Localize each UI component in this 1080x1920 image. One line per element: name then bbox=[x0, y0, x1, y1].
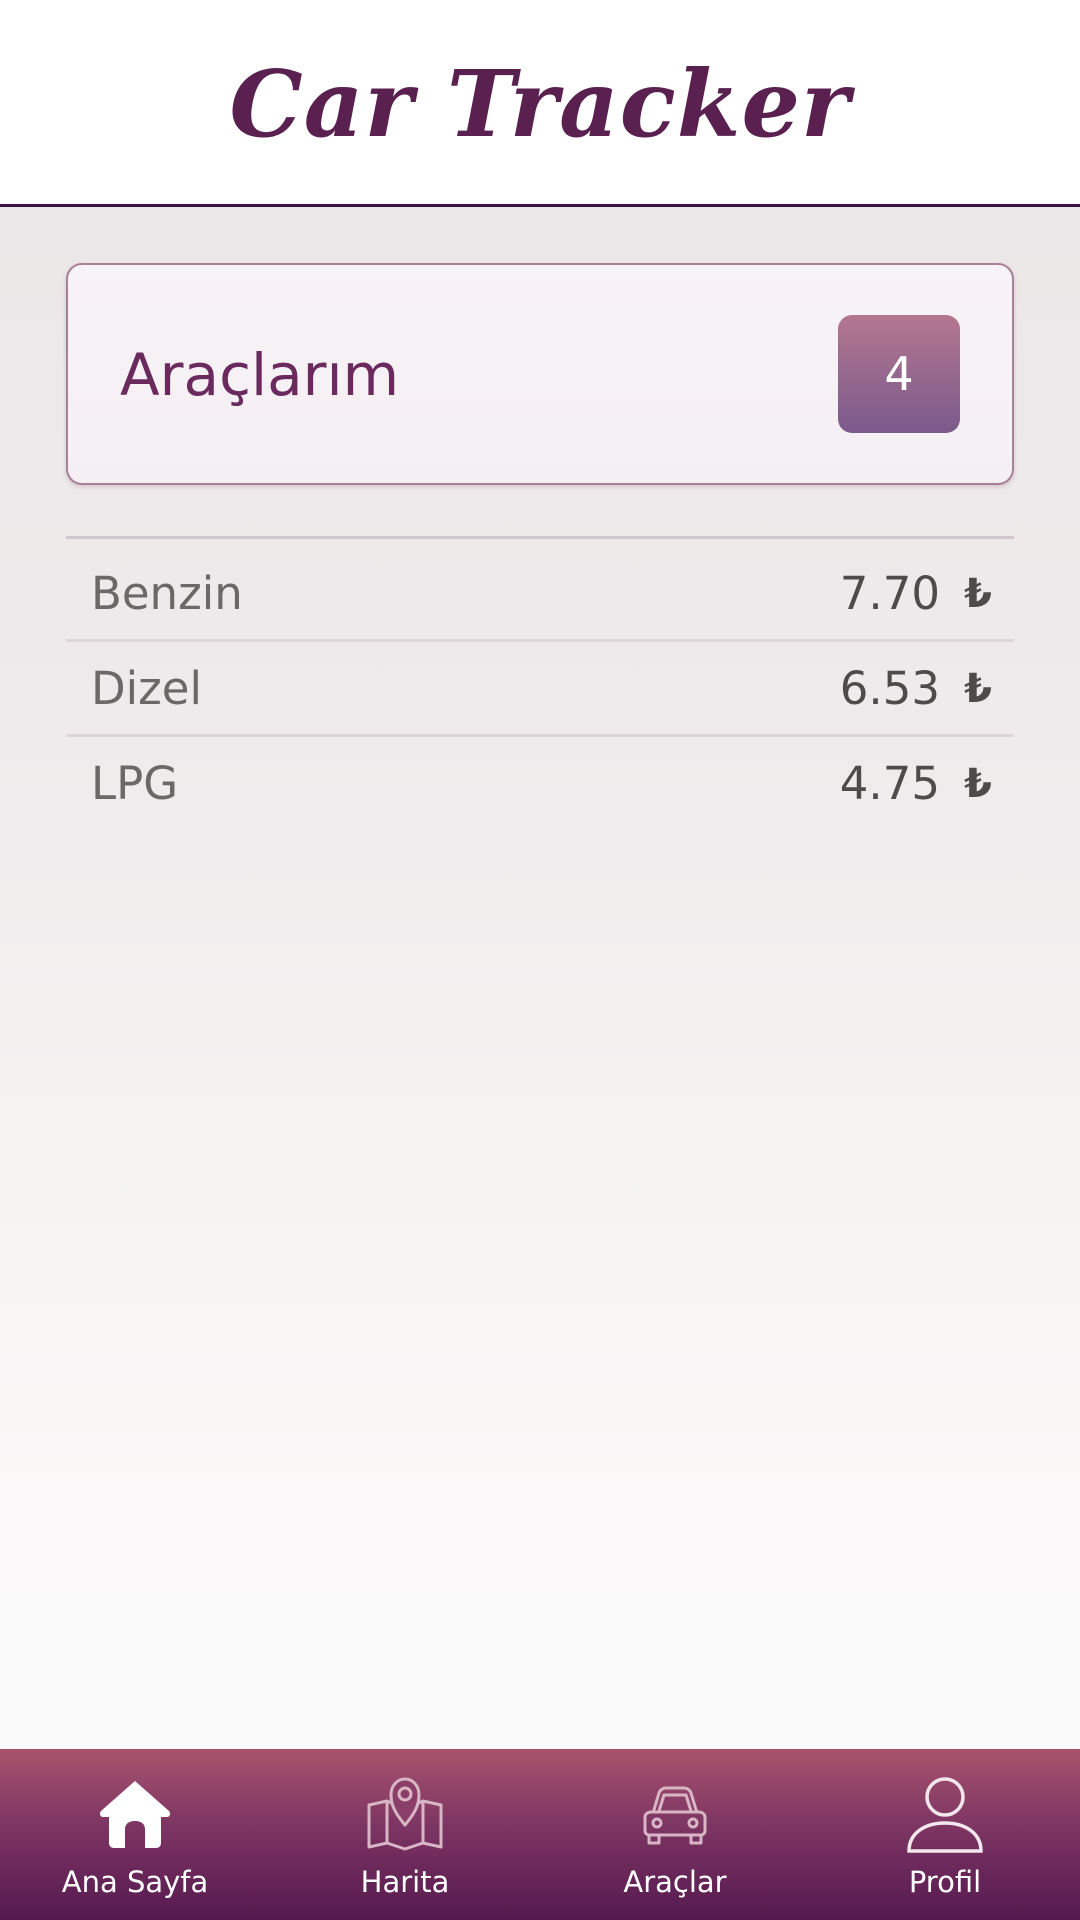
nav-item-map[interactable]: Harita bbox=[270, 1749, 540, 1920]
map-icon bbox=[367, 1777, 443, 1851]
home-content: Araçlarım 4 Benzin 7.70 ₺ Dizel 6.53 ₺ L… bbox=[0, 207, 1080, 1749]
lira-currency-icon: ₺ bbox=[964, 666, 992, 712]
nav-label-profile: Profil bbox=[908, 1865, 982, 1899]
vehicle-count-badge: 4 bbox=[838, 315, 960, 433]
bottom-navigation: Ana Sayfa Harita Araçlar Profil bbox=[0, 1749, 1080, 1920]
car-icon bbox=[643, 1786, 707, 1845]
nav-label-map: Harita bbox=[360, 1865, 450, 1899]
nav-item-vehicles[interactable]: Araçlar bbox=[540, 1749, 810, 1920]
app-title: Car Tracker bbox=[229, 50, 851, 158]
fuel-price: 4.75 bbox=[839, 757, 940, 810]
fuel-price-row-benzin: Benzin 7.70 ₺ bbox=[66, 547, 1014, 642]
home-icon bbox=[99, 1781, 171, 1848]
my-vehicles-label: Araçlarım bbox=[120, 341, 400, 409]
fuel-price: 6.53 bbox=[839, 662, 940, 715]
nav-label-home: Ana Sayfa bbox=[61, 1865, 209, 1899]
fuel-name: Benzin bbox=[91, 567, 243, 620]
lira-currency-icon: ₺ bbox=[964, 761, 992, 807]
nav-item-home[interactable]: Ana Sayfa bbox=[0, 1749, 270, 1920]
section-divider bbox=[66, 536, 1014, 539]
fuel-name: Dizel bbox=[91, 662, 202, 715]
fuel-price-row-dizel: Dizel 6.53 ₺ bbox=[66, 642, 1014, 737]
user-icon bbox=[907, 1777, 983, 1853]
fuel-price-row-lpg: LPG 4.75 ₺ bbox=[66, 737, 1014, 832]
my-vehicles-card[interactable]: Araçlarım 4 bbox=[66, 263, 1014, 485]
fuel-price: 7.70 bbox=[839, 567, 940, 620]
nav-item-profile[interactable]: Profil bbox=[810, 1749, 1080, 1920]
fuel-name: LPG bbox=[91, 757, 179, 810]
nav-label-vehicles: Araçlar bbox=[623, 1865, 727, 1899]
lira-currency-icon: ₺ bbox=[964, 571, 992, 617]
app-header: Car Tracker bbox=[0, 0, 1080, 207]
